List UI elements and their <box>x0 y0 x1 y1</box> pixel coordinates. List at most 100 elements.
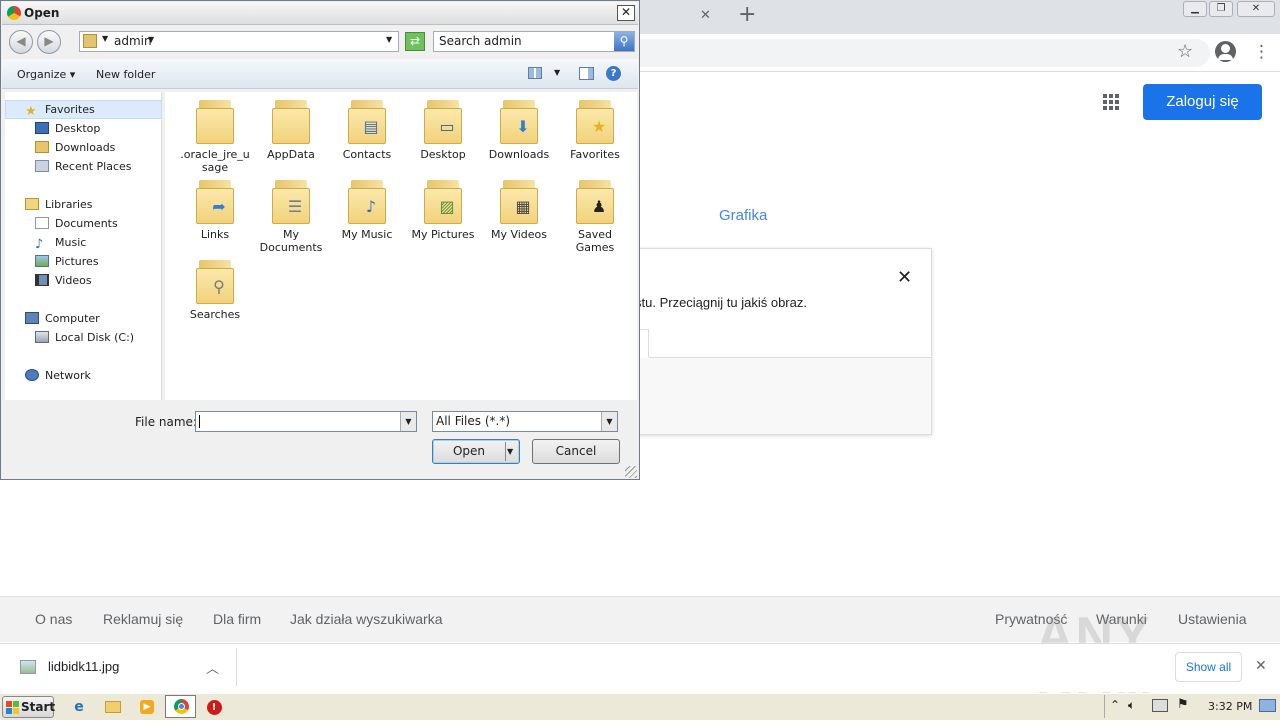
clock[interactable]: 3:32 PM <box>1208 700 1252 713</box>
nav-recent-places-label: Recent Places <box>55 160 132 173</box>
chrome-menu-icon[interactable]: ⋮ <box>1253 42 1270 62</box>
cancel-button[interactable]: Cancel <box>532 439 620 464</box>
internet-explorer-icon[interactable]: e <box>68 697 90 717</box>
file-item[interactable]: ▦ My Videos <box>481 174 557 241</box>
file-item-label: My Pictures <box>411 228 475 241</box>
file-item[interactable]: ♪ My Music <box>329 174 405 241</box>
hard-disk-icon <box>35 331 49 343</box>
forward-button[interactable]: ▶ <box>37 30 61 54</box>
file-item-label: Saved Games <box>575 228 615 254</box>
sign-in-button[interactable]: Zaloguj się <box>1143 84 1262 120</box>
maximize-button[interactable]: ❐ <box>1209 1 1233 17</box>
file-item[interactable]: ▨ My Pictures <box>405 174 481 241</box>
change-view-icon[interactable] <box>528 67 542 79</box>
file-item[interactable]: ⚲ Searches <box>177 254 253 321</box>
show-hidden-icons-icon[interactable]: ⌃ <box>1110 698 1120 712</box>
view-dropdown-icon[interactable]: ▼ <box>554 68 560 77</box>
file-name-dropdown-icon[interactable]: ▼ <box>400 412 416 431</box>
file-item[interactable]: ★ Favorites <box>557 94 633 161</box>
show-desktop-icon[interactable] <box>1259 699 1276 712</box>
file-item[interactable]: ♟ Saved Games <box>557 174 633 254</box>
logo-subtitle: Grafika <box>719 207 768 224</box>
stop-sign-icon[interactable]: ! <box>203 697 225 717</box>
close-download-bar-icon[interactable]: ✕ <box>1255 658 1267 674</box>
show-all-button[interactable]: Show all <box>1175 652 1242 682</box>
nav-pictures[interactable]: Pictures <box>35 255 99 268</box>
file-type-dropdown-icon[interactable]: ▼ <box>601 412 617 431</box>
footer-link-business[interactable]: Dla firm <box>213 611 261 627</box>
file-item[interactable]: ☰ My Documents <box>253 174 329 254</box>
breadcrumb-dropdown-icon[interactable]: ▼ <box>148 35 154 44</box>
network-tray-icon[interactable] <box>1152 699 1168 712</box>
star-folder-icon: ★ <box>576 100 614 144</box>
libraries-icon <box>25 198 39 210</box>
footer-link-how-search-works[interactable]: Jak działa wyszukiwarka <box>290 611 443 627</box>
start-button[interactable]: Start <box>2 696 55 718</box>
nav-computer[interactable]: Computer <box>25 312 100 325</box>
breadcrumb-chevron-icon[interactable]: ▼ <box>102 34 108 43</box>
search-input[interactable]: Search admin <box>433 31 635 52</box>
chrome-taskbar-button[interactable] <box>165 695 196 718</box>
help-icon[interactable]: ? <box>606 66 621 81</box>
chevron-up-icon[interactable]: ︿ <box>206 658 219 677</box>
nav-libraries[interactable]: Libraries <box>25 198 93 211</box>
profile-avatar-icon[interactable] <box>1215 41 1236 62</box>
panel-close-icon[interactable]: ✕ <box>897 267 912 288</box>
volume-icon[interactable]: 🔈︎ <box>1128 698 1135 713</box>
file-item[interactable]: AppData <box>253 94 329 161</box>
file-name-input[interactable]: ▼ <box>195 411 417 432</box>
command-bar: Organize ▾ New folder ▼ ? <box>2 59 638 89</box>
nav-recent-places[interactable]: Recent Places <box>35 160 132 173</box>
action-center-flag-icon[interactable]: ⚑ <box>1177 697 1189 712</box>
open-button[interactable]: Open ▼ <box>432 439 520 464</box>
footer-link-advertise[interactable]: Reklamuj się <box>103 611 183 627</box>
download-filename[interactable]: lidbidk11.jpg <box>48 659 119 674</box>
preview-pane-icon[interactable] <box>579 67 594 80</box>
nav-documents[interactable]: Documents <box>35 217 118 230</box>
nav-music[interactable]: ♪ Music <box>35 236 86 252</box>
music-note-folder-icon: ♪ <box>348 180 386 224</box>
desktop-icon <box>35 122 49 134</box>
nav-network[interactable]: Network <box>25 369 91 382</box>
panel-drop-area[interactable] <box>601 358 931 434</box>
file-item-label: .oracle_jre_u sage <box>180 148 250 174</box>
tab-close-icon[interactable]: ✕ <box>700 8 711 23</box>
dialog-title-bar[interactable]: Open <box>2 2 638 25</box>
bookmark-star-icon[interactable]: ☆ <box>1177 41 1193 62</box>
open-dropdown-icon[interactable]: ▼ <box>507 440 513 463</box>
nav-local-disk[interactable]: Local Disk (C:) <box>35 331 134 344</box>
explorer-folder-icon[interactable] <box>102 697 124 717</box>
address-bar[interactable]: ▼ admin ▼ ▼ <box>79 31 399 52</box>
new-tab-button[interactable]: + <box>738 2 756 27</box>
file-item[interactable]: ⬇ Downloads <box>481 94 557 161</box>
nav-documents-label: Documents <box>55 217 118 230</box>
file-item-label: Favorites <box>570 148 620 161</box>
organize-button[interactable]: Organize ▾ <box>17 68 75 81</box>
nav-videos[interactable]: Videos <box>35 274 92 287</box>
nav-downloads[interactable]: Downloads <box>35 141 115 154</box>
search-icon[interactable]: ⚲ <box>614 32 634 51</box>
file-item[interactable]: .oracle_jre_u sage <box>177 94 253 174</box>
nav-desktop[interactable]: Desktop <box>35 122 100 135</box>
file-item[interactable]: ▭ Desktop <box>405 94 481 161</box>
resize-grip-icon[interactable] <box>625 466 637 478</box>
file-item[interactable]: ➦ Links <box>177 174 253 241</box>
media-player-icon[interactable]: ▶ <box>136 697 158 717</box>
file-type-select[interactable]: All Files (*.*) ▼ <box>432 411 618 432</box>
breadcrumb-admin[interactable]: admin <box>114 34 152 48</box>
back-button[interactable]: ◀ <box>9 30 33 54</box>
minimize-button[interactable]: ▁ <box>1183 1 1207 17</box>
footer-link-about[interactable]: O nas <box>35 611 72 627</box>
close-window-button[interactable]: ✕ <box>1237 1 1275 17</box>
new-folder-button[interactable]: New folder <box>96 68 155 81</box>
folder-icon <box>196 100 234 144</box>
nav-favorites[interactable]: ★ Favorites <box>25 103 95 119</box>
address-history-dropdown-icon[interactable]: ▼ <box>386 35 392 44</box>
apps-grid-icon[interactable] <box>1103 94 1119 110</box>
star-icon: ★ <box>25 104 37 119</box>
file-item[interactable]: ▤ Contacts <box>329 94 405 161</box>
nav-libraries-label: Libraries <box>45 198 93 211</box>
refresh-icon[interactable]: ⇄ <box>405 32 425 51</box>
address-bar[interactable] <box>590 39 1210 67</box>
dialog-close-button[interactable]: ✕ <box>617 5 635 21</box>
